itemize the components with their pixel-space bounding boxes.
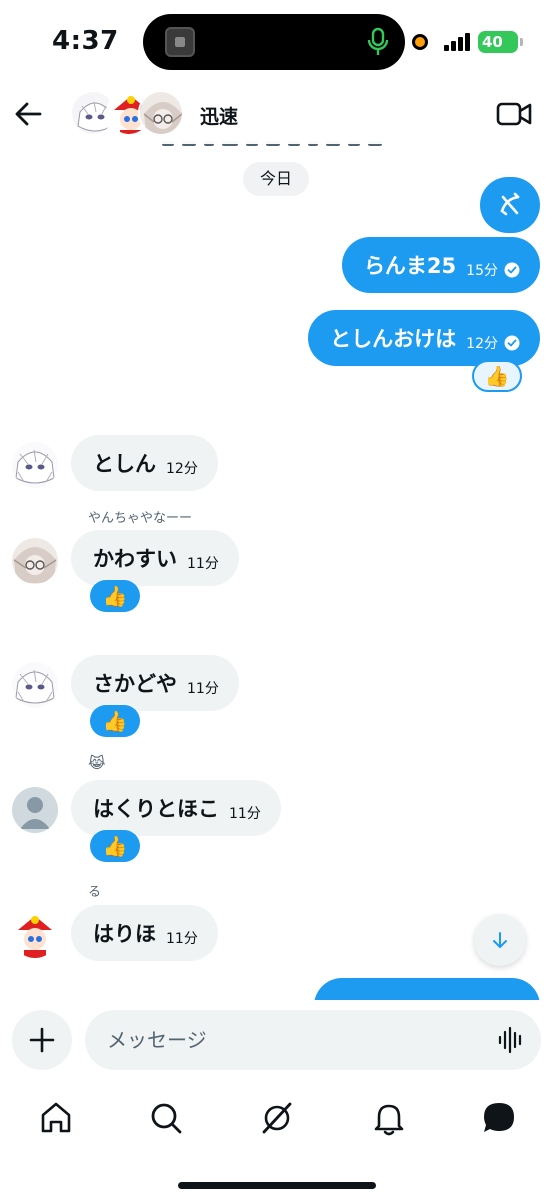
conversation-title[interactable]: 迅速 [200,102,238,129]
message-reaction[interactable]: 👍 [90,830,140,862]
message-reaction[interactable]: 👍 [90,580,140,612]
battery-level: 40 [482,33,503,51]
message-text: はくりとほこ [93,797,219,821]
message-composer [0,1000,554,1082]
now-playing-thumbnail [165,27,195,57]
message-text: としんおけは [330,327,457,351]
video-camera-icon[interactable] [494,98,534,130]
message-text: はりほ [93,922,156,946]
message-time: 11分 [187,556,219,572]
scroll-to-bottom-button[interactable] [474,914,526,966]
sender-avatar[interactable] [12,442,58,488]
message-reaction[interactable]: 👍 [472,360,522,392]
incoming-message[interactable]: かわすい 11分 [71,530,239,586]
message-reaction[interactable]: 👍 [90,705,140,737]
sender-avatar[interactable] [12,912,58,958]
message-time: 12分 [466,336,498,352]
outgoing-message-partial[interactable] [314,978,540,1000]
message-input-container[interactable] [85,1010,541,1070]
message-time: 11分 [187,681,219,697]
dynamic-island[interactable] [143,14,405,70]
read-check-icon [504,262,520,278]
home-indicator [178,1182,376,1189]
add-attachment-button[interactable] [12,1010,72,1070]
status-time: 4:37 [52,26,119,56]
incoming-message[interactable]: としん 12分 [71,435,218,491]
incoming-message[interactable]: はりほ 11分 [71,905,218,961]
arrow-down-icon [493,932,507,948]
sender-avatar[interactable] [12,662,58,708]
incoming-message[interactable]: はくりとほこ 11分 [71,780,281,836]
member-avatar [138,90,184,136]
outgoing-message[interactable]: らんま25 15分 [341,237,540,293]
message-text: さかどや [93,672,177,696]
waveform-icon[interactable] [497,1026,525,1054]
bell-icon[interactable] [369,1098,409,1138]
message-time: 11分 [166,931,198,947]
call-message[interactable] [480,177,540,233]
message-text: らんま25 [363,254,457,278]
microphone-icon [367,27,389,55]
battery-cap [520,38,523,46]
phone-slash-icon [500,192,520,216]
sender-avatar[interactable] [12,538,58,584]
sender-name: る [88,885,102,900]
group-avatar-stack[interactable] [70,90,186,138]
message-text: としん [93,452,156,476]
message-time: 11分 [229,806,261,822]
status-bar: 4:37 40 [0,0,554,84]
date-separator: 今日 [243,162,310,196]
search-icon[interactable] [146,1098,186,1138]
default-avatar[interactable] [12,787,58,833]
message-time: 12分 [166,461,198,477]
outgoing-message[interactable]: としんおけは 12分 [308,310,540,366]
message-input[interactable] [107,1010,467,1070]
message-time: 15分 [466,263,498,279]
home-icon[interactable] [36,1098,76,1138]
sender-name: やんちゃやなーー [88,511,193,526]
sender-name: 😹 [88,754,106,772]
plus-icon [29,1027,55,1053]
message-text: かわすい [93,547,177,571]
conversation-header: 迅速 [0,84,554,144]
arrow-left-icon[interactable] [10,96,46,132]
bottom-navigation [0,1082,554,1200]
message-list[interactable]: 今日 らんま25 15分 としんおけは 12分 👍 としん 12分 やんちゃやな… [0,150,554,1000]
cellular-signal-icon [444,33,470,51]
battery-indicator: 40 [478,31,518,53]
recording-indicator-icon [412,34,428,50]
messages-icon[interactable] [479,1098,519,1138]
incoming-message[interactable]: さかどや 11分 [71,655,239,711]
grok-icon[interactable] [257,1098,297,1138]
read-check-icon [504,335,520,351]
